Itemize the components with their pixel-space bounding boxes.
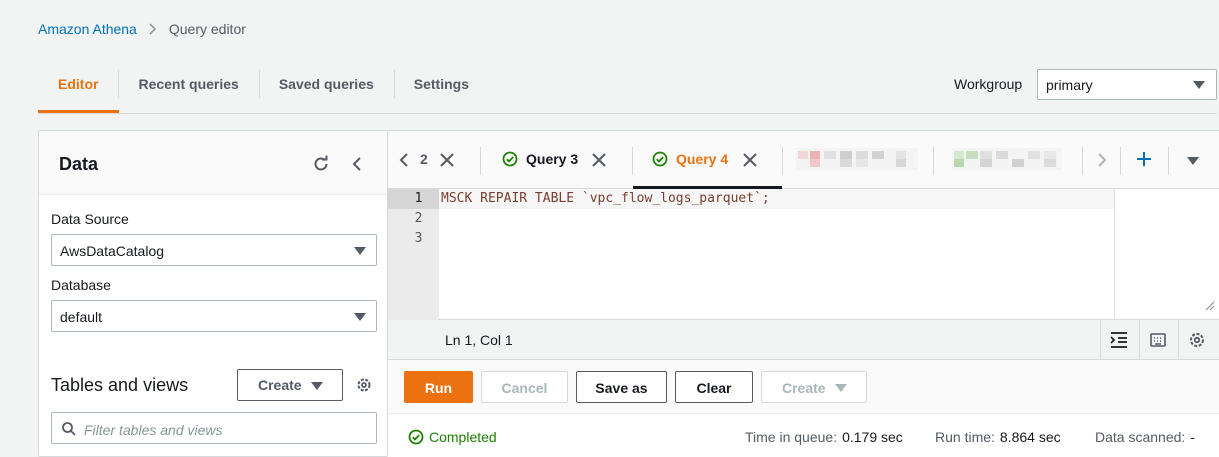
data-panel: Data Data Source AwsDataCatalog Database… bbox=[38, 130, 388, 457]
breadcrumb-athena-link[interactable]: Amazon Athena bbox=[38, 21, 137, 37]
tab-editor[interactable]: Editor bbox=[38, 64, 118, 104]
query-status-label: Completed bbox=[429, 429, 497, 445]
caret-down-icon bbox=[311, 382, 323, 390]
status-divider bbox=[1100, 320, 1101, 360]
editor-status-bar: Ln 1, Col 1 bbox=[388, 320, 1219, 360]
refresh-icon[interactable] bbox=[312, 155, 330, 173]
time-in-queue-value: 0.179 sec bbox=[842, 429, 903, 445]
cancel-button[interactable]: Cancel bbox=[481, 371, 568, 403]
query-tab-partial-label: 2 bbox=[420, 151, 428, 167]
time-in-queue: Time in queue: 0.179 sec bbox=[745, 429, 903, 445]
tables-and-views-title: Tables and views bbox=[51, 375, 189, 395]
tab-settings[interactable]: Settings bbox=[393, 64, 489, 104]
clear-button[interactable]: Clear bbox=[675, 371, 753, 403]
tables-filter-input[interactable]: Filter tables and views bbox=[51, 412, 377, 444]
line-number: 2 bbox=[414, 211, 423, 226]
tab-recent-queries[interactable]: Recent queries bbox=[118, 64, 258, 104]
tab-divider bbox=[782, 147, 783, 175]
create-button-label: Create bbox=[782, 380, 826, 396]
chevron-right-icon bbox=[149, 23, 157, 35]
query-tab-3-label: Query 3 bbox=[526, 151, 579, 167]
workgroup-value: primary bbox=[1046, 77, 1093, 93]
close-icon[interactable] bbox=[440, 153, 454, 172]
caret-down-icon bbox=[354, 247, 366, 255]
line-number: 3 bbox=[414, 231, 423, 246]
sql-editor[interactable]: 1 2 3 MSCK REPAIR TABLE `vpc_flow_logs_p… bbox=[388, 189, 1219, 320]
scroll-tabs-left-icon[interactable] bbox=[398, 152, 410, 173]
editor-settings-gear-icon[interactable] bbox=[1187, 330, 1207, 350]
data-scanned-label: Data scanned: bbox=[1095, 429, 1186, 445]
tab-divider bbox=[480, 147, 481, 175]
format-query-icon[interactable] bbox=[1109, 330, 1129, 350]
database-select[interactable]: default bbox=[51, 300, 377, 332]
query-actions-bar: Run Cancel Save as Clear Create bbox=[388, 360, 1219, 414]
tab-saved-queries[interactable]: Saved queries bbox=[258, 64, 394, 104]
caret-down-icon bbox=[354, 313, 366, 321]
line-gutter: 1 2 3 bbox=[388, 189, 439, 320]
tab-divider bbox=[632, 147, 633, 175]
database-label: Database bbox=[51, 277, 111, 293]
scroll-tabs-right-icon[interactable] bbox=[1096, 152, 1108, 173]
create-button[interactable]: Create bbox=[761, 371, 867, 403]
query-tab-3[interactable]: Query 3 bbox=[502, 151, 578, 167]
keyboard-shortcuts-icon[interactable] bbox=[1148, 330, 1168, 350]
add-query-tab-icon[interactable] bbox=[1136, 151, 1152, 172]
line-number: 1 bbox=[388, 189, 439, 209]
caret-down-icon bbox=[835, 384, 847, 392]
search-icon bbox=[61, 421, 77, 442]
status-success-icon bbox=[652, 151, 668, 167]
blurred-query-tab[interactable] bbox=[796, 148, 918, 170]
sql-code-line[interactable]: MSCK REPAIR TABLE `vpc_flow_logs_parquet… bbox=[441, 191, 770, 206]
status-divider bbox=[1139, 320, 1140, 360]
resize-handle-icon[interactable] bbox=[1205, 298, 1215, 316]
caret-down-icon bbox=[1193, 81, 1205, 89]
data-source-value: AwsDataCatalog bbox=[60, 243, 165, 259]
breadcrumb-current: Query editor bbox=[168, 21, 246, 37]
query-tab-4-label: Query 4 bbox=[676, 151, 729, 167]
close-icon[interactable] bbox=[592, 153, 606, 172]
run-time-value: 8.864 sec bbox=[999, 429, 1061, 445]
status-divider bbox=[1178, 320, 1179, 360]
gear-icon[interactable] bbox=[355, 376, 373, 394]
tab-divider bbox=[1168, 147, 1169, 175]
close-icon[interactable] bbox=[743, 153, 757, 172]
data-panel-header: Data bbox=[39, 131, 387, 195]
print-margin bbox=[1114, 189, 1115, 320]
run-time: Run time: 8.864 sec bbox=[935, 429, 1061, 445]
main-tabs: Editor Recent queries Saved queries Sett… bbox=[38, 64, 489, 114]
data-source-label: Data Source bbox=[51, 211, 129, 227]
data-scanned-value: - bbox=[1190, 429, 1195, 445]
run-time-label: Run time: bbox=[935, 429, 995, 445]
query-tab-4[interactable]: Query 4 bbox=[652, 151, 728, 167]
tab-divider bbox=[933, 147, 934, 175]
query-editor: 2 Query 3 Query 4 1 2 3 MSCK REPAIR TABL… bbox=[388, 130, 1219, 457]
collapse-panel-icon[interactable] bbox=[348, 155, 366, 173]
tables-filter-placeholder: Filter tables and views bbox=[84, 422, 223, 438]
query-tab-partial[interactable]: 2 bbox=[420, 151, 428, 167]
query-results-summary: Completed Time in queue: 0.179 sec Run ti… bbox=[388, 414, 1219, 457]
tabs-divider bbox=[38, 113, 1217, 114]
run-button[interactable]: Run bbox=[404, 371, 473, 403]
status-success-icon bbox=[502, 151, 518, 167]
query-status: Completed bbox=[408, 429, 497, 445]
save-as-button[interactable]: Save as bbox=[576, 371, 667, 403]
blurred-query-tab[interactable] bbox=[952, 148, 1062, 170]
tab-options-caret-icon[interactable] bbox=[1187, 157, 1199, 165]
tab-divider bbox=[1082, 147, 1083, 175]
create-table-button[interactable]: Create bbox=[237, 369, 343, 401]
tab-divider bbox=[1120, 147, 1121, 175]
query-tabs-bar: 2 Query 3 Query 4 bbox=[388, 131, 1219, 189]
workgroup-select[interactable]: primary bbox=[1037, 69, 1217, 100]
data-scanned: Data scanned: - bbox=[1095, 429, 1195, 445]
time-in-queue-label: Time in queue: bbox=[745, 429, 838, 445]
breadcrumb: Amazon Athena Query editor bbox=[38, 20, 246, 38]
data-panel-title: Data bbox=[59, 154, 99, 174]
status-success-icon bbox=[408, 429, 424, 445]
database-value: default bbox=[60, 309, 103, 325]
create-button-label: Create bbox=[258, 377, 302, 393]
workgroup-label: Workgroup bbox=[954, 76, 1023, 92]
data-source-select[interactable]: AwsDataCatalog bbox=[51, 234, 377, 266]
cursor-position: Ln 1, Col 1 bbox=[445, 332, 513, 348]
